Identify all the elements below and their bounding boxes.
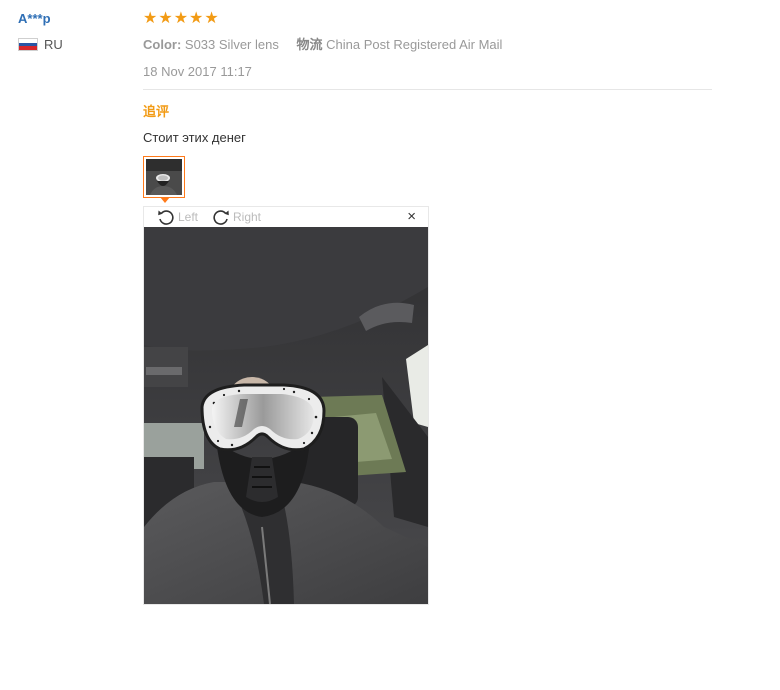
rotate-left-button[interactable]: Left (156, 207, 198, 227)
color-label: Color: (143, 37, 182, 52)
thumbnail-image (146, 159, 182, 195)
shipping-info: 物流 China Post Registered Air Mail (296, 37, 502, 52)
reviewer-country: RU (18, 37, 63, 52)
divider (143, 89, 712, 90)
star-icon: ★ (158, 8, 173, 27)
thumbnail-pointer (160, 197, 170, 203)
star-icon: ★ (204, 8, 219, 27)
followup-text: Стоит этих денег (143, 130, 246, 145)
star-icon: ★ (143, 8, 158, 27)
viewer-toolbar: Left Right × (144, 207, 428, 227)
reviewer-name[interactable]: A***p (18, 11, 51, 26)
shipping-value: China Post Registered Air Mail (326, 37, 503, 52)
color-value: S033 Silver lens (184, 37, 279, 52)
order-info: Color: S033 Silver lens 物流 China Post Re… (143, 34, 502, 53)
rotate-left-icon (156, 207, 176, 227)
followup-title: 追评 (143, 104, 170, 119)
rotate-right-icon (211, 207, 231, 227)
close-icon[interactable]: × (407, 209, 416, 225)
rotate-left-label: Left (178, 210, 199, 224)
image-viewer: Left Right × (143, 206, 429, 605)
photo-thumbnail[interactable] (143, 156, 185, 198)
country-code: RU (44, 37, 63, 52)
rotate-right-label: Right (233, 210, 262, 224)
shipping-label: 物流 (296, 37, 323, 52)
russia-flag-icon (18, 38, 38, 51)
star-rating: ★ ★ ★ ★ ★ (143, 9, 219, 27)
star-icon: ★ (189, 8, 204, 27)
review-date: 18 Nov 2017 11:17 (143, 64, 252, 79)
rotate-right-button[interactable]: Right (211, 207, 261, 227)
review-photo (144, 227, 428, 604)
star-icon: ★ (173, 8, 189, 27)
